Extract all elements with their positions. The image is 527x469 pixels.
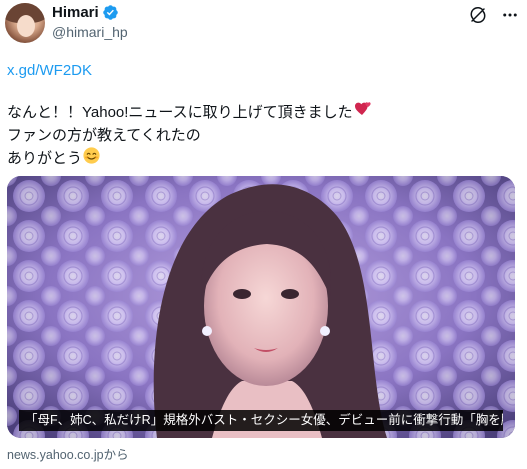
avatar[interactable]: [5, 3, 45, 43]
tweet-text-line-1: なんと！！Yahoo!ニュースに取り上げて頂きました: [7, 99, 373, 125]
more-icon[interactable]: [501, 6, 519, 24]
two-hearts-icon: [353, 99, 373, 125]
smiling-face-icon: [82, 146, 101, 171]
author-name-row[interactable]: Himari: [52, 4, 119, 21]
card-source[interactable]: news.yahoo.co.jpから: [7, 444, 129, 463]
tweet-text-line-3: ありがとう: [7, 146, 373, 171]
author-handle[interactable]: @himari_hp: [52, 24, 128, 40]
tweet-text-line-2: ファンの方が教えてくれたの: [7, 125, 373, 146]
link-card[interactable]: 「母F、姉C、私だけR」規格外バスト・セクシー女優、デビュー前に衝撃行動「胸を脂…: [7, 176, 515, 438]
tweet-link[interactable]: x.gd/WF2DK: [7, 62, 92, 79]
verified-badge-icon: [102, 4, 119, 21]
card-image: [7, 176, 515, 438]
tweet-text: なんと！！Yahoo!ニュースに取り上げて頂きました ファンの方が教えてくれたの…: [7, 99, 373, 171]
tweet-text-line: ファンの方が教えてくれたの: [7, 127, 201, 144]
avatar-face: [17, 15, 35, 37]
card-caption[interactable]: 「母F、姉C、私だけR」規格外バスト・セクシー女優、デビュー前に衝撃行動「胸を脂…: [19, 410, 503, 431]
grok-icon[interactable]: [469, 6, 487, 24]
tweet-text-line: なんと！！Yahoo!ニュースに取り上げて頂きました: [7, 103, 353, 121]
tweet-text-line: ありがとう: [7, 150, 83, 167]
tweet: Himari @himari_hp x.gd/WF2DK なんと！！Yahoo!…: [0, 0, 527, 469]
author-name[interactable]: Himari: [52, 4, 99, 21]
header-actions: [469, 6, 519, 24]
